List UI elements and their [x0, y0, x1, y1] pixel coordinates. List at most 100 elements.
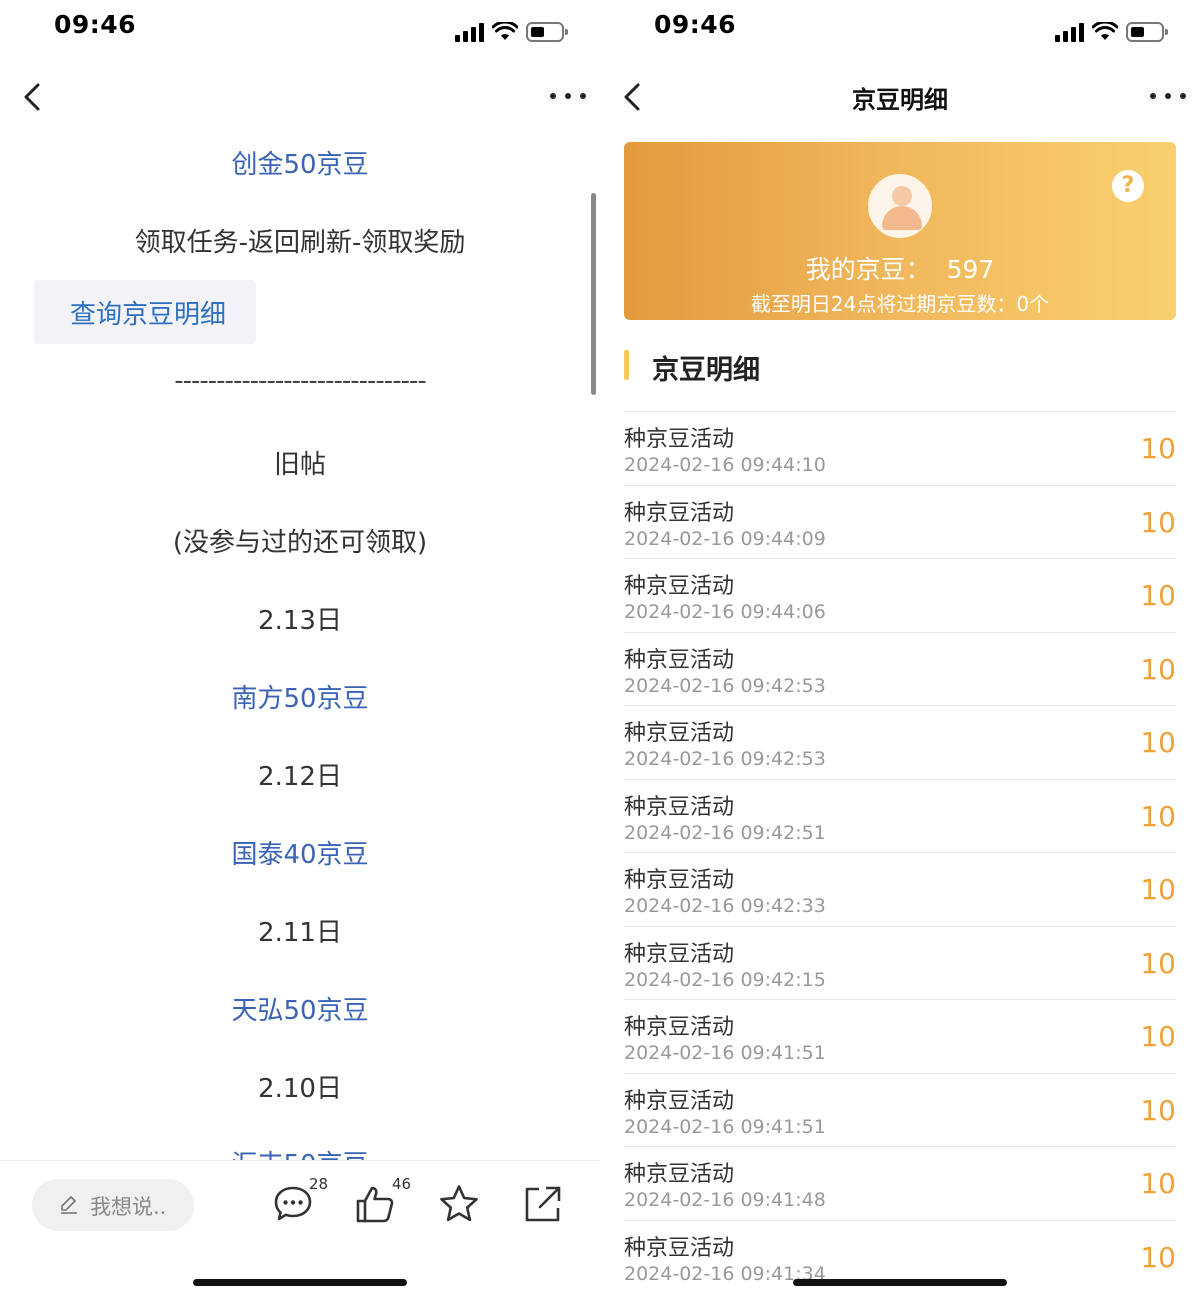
status-bar: 09:46 — [600, 0, 1200, 56]
record-amount: 10 — [1140, 873, 1176, 906]
comment-input[interactable]: 我想说.. — [32, 1179, 194, 1231]
article-date: 2.13日 — [258, 606, 342, 636]
comment-placeholder: 我想说.. — [90, 1195, 167, 1219]
share-icon[interactable] — [522, 1183, 564, 1225]
record-name: 种京豆活动 — [624, 1235, 735, 1261]
wifi-icon — [1092, 22, 1118, 40]
battery-icon — [526, 22, 568, 42]
comment-icon[interactable] — [272, 1183, 314, 1225]
article-text: 领取任务-返回刷新-领取奖励 — [134, 228, 466, 258]
article-date: 2.12日 — [258, 762, 342, 792]
signal-icon — [1055, 22, 1084, 42]
like-count: 46 — [392, 1175, 412, 1193]
list-item: 种京豆活动 2024-02-16 09:44:06 10 — [624, 558, 1176, 632]
wifi-icon — [492, 22, 518, 40]
record-time: 2024-02-16 09:42:51 — [624, 821, 826, 844]
bean-summary-card: ? 我的京豆： 597 截至明日24点将过期京豆数：0个 — [624, 142, 1176, 320]
nav-bar: 京豆明细 — [600, 66, 1200, 128]
list-item: 种京豆活动 2024-02-16 09:42:15 10 — [624, 925, 1176, 1000]
list-item: 种京豆活动 2024-02-16 09:42:33 10 — [624, 852, 1176, 926]
pencil-icon — [61, 1196, 77, 1214]
bean-balance: 我的京豆： 597 — [624, 250, 1176, 286]
record-name: 种京豆活动 — [624, 1015, 735, 1040]
battery-icon — [1126, 22, 1168, 42]
record-amount: 10 — [1140, 726, 1176, 759]
help-icon[interactable]: ? — [1112, 170, 1144, 202]
section-title: 京豆明细 — [652, 355, 760, 386]
article-text: (没参与过的还可领取) — [172, 528, 428, 558]
query-bean-detail-label: 查询京豆明细 — [70, 300, 227, 330]
list-item: 种京豆活动 2024-02-16 09:41:51 10 — [624, 999, 1176, 1073]
more-icon[interactable] — [1150, 84, 1186, 108]
status-time: 09:46 — [54, 10, 137, 39]
more-icon[interactable] — [550, 84, 586, 108]
link-guotai[interactable]: 国泰40京豆 — [0, 834, 600, 871]
record-amount: 10 — [1140, 1020, 1176, 1053]
record-name: 种京豆活动 — [624, 941, 735, 967]
record-time: 2024-02-16 09:44:06 — [624, 601, 826, 623]
article-text: 旧帖 — [273, 450, 326, 480]
record-time: 2024-02-16 09:42:53 — [624, 674, 826, 697]
page-title: 京豆明细 — [852, 86, 948, 114]
right-screen: 09:46 京豆明细 ? 我的京豆： 597 截至明日24点将过期京豆数：0个 … — [600, 0, 1200, 1298]
record-name: 种京豆活动 — [624, 1162, 735, 1187]
record-time: 2024-02-16 09:41:48 — [624, 1189, 826, 1211]
home-indicator — [793, 1279, 1007, 1286]
comment-count: 28 — [309, 1175, 329, 1193]
link-tianhong[interactable]: 天弘50京豆 — [0, 990, 600, 1027]
section-accent-bar — [624, 350, 629, 380]
bottom-toolbar: 我想说.. 28 46 — [0, 1160, 600, 1298]
star-icon[interactable] — [438, 1183, 480, 1225]
status-icons — [455, 22, 568, 42]
back-icon[interactable] — [18, 82, 48, 112]
record-time: 2024-02-16 09:42:15 — [624, 968, 826, 991]
article-date: 2.10日 — [258, 1074, 342, 1104]
article-content: 创金50京豆 领取任务-返回刷新-领取奖励 查询京豆明细 -----------… — [0, 130, 600, 1160]
status-time: 09:46 — [654, 10, 737, 39]
divider-text: ------------------------------ — [174, 366, 426, 396]
record-name: 种京豆活动 — [624, 794, 735, 820]
query-bean-detail-button[interactable]: 查询京豆明细 — [34, 280, 256, 344]
record-name: 种京豆活动 — [624, 574, 735, 599]
record-amount: 10 — [1140, 579, 1176, 612]
home-indicator — [193, 1279, 407, 1286]
list-item: 种京豆活动 2024-02-16 09:44:09 10 — [624, 484, 1176, 559]
status-icons — [1055, 22, 1168, 42]
list-item: 种京豆活动 2024-02-16 09:41:48 10 — [624, 1146, 1176, 1220]
bean-record-list: 种京豆活动 2024-02-16 09:44:10 10 种京豆活动 2024-… — [624, 411, 1176, 1293]
list-item: 种京豆活动 2024-02-16 09:42:53 10 — [624, 705, 1176, 779]
record-amount: 10 — [1140, 946, 1176, 980]
record-amount: 10 — [1140, 505, 1176, 539]
record-amount: 10 — [1140, 1093, 1176, 1127]
link-chuangjin[interactable]: 创金50京豆 — [0, 144, 600, 181]
record-time: 2024-02-16 09:41:51 — [624, 1042, 826, 1064]
record-amount: 10 — [1140, 799, 1176, 833]
link-nanfang[interactable]: 南方50京豆 — [0, 678, 600, 715]
article-date: 2.11日 — [258, 918, 342, 948]
list-item: 种京豆活动 2024-02-16 09:41:51 10 — [624, 1072, 1176, 1147]
bean-balance-label: 我的京豆： — [805, 255, 931, 284]
list-item: 种京豆活动 2024-02-16 09:42:53 10 — [624, 631, 1176, 706]
record-time: 2024-02-16 09:44:09 — [624, 527, 826, 550]
like-icon[interactable] — [354, 1183, 396, 1225]
list-item: 种京豆活动 2024-02-16 09:42:51 10 — [624, 778, 1176, 853]
status-bar: 09:46 — [0, 0, 600, 56]
bean-balance-value: 597 — [946, 255, 995, 284]
record-amount: 10 — [1140, 1167, 1176, 1200]
record-name: 种京豆活动 — [624, 868, 735, 893]
bean-expire-text: 截至明日24点将过期京豆数：0个 — [750, 292, 1050, 316]
record-time: 2024-02-16 09:41:51 — [624, 1115, 826, 1138]
left-screen: 09:46 创金50京豆 领取任务-返回刷新-领取奖励 查询京豆明细 -----… — [0, 0, 600, 1298]
signal-icon — [455, 22, 484, 42]
record-amount: 10 — [1140, 1240, 1176, 1274]
record-name: 种京豆活动 — [624, 647, 735, 673]
record-name: 种京豆活动 — [624, 500, 735, 526]
scrollbar[interactable] — [591, 193, 596, 395]
link-huifeng[interactable]: 汇丰50京豆 — [0, 1144, 600, 1160]
record-time: 2024-02-16 09:44:10 — [624, 454, 826, 476]
record-name: 种京豆活动 — [624, 427, 735, 452]
record-time: 2024-02-16 09:42:33 — [624, 895, 826, 917]
list-item: 种京豆活动 2024-02-16 09:44:10 10 — [624, 411, 1176, 485]
record-name: 种京豆活动 — [624, 721, 735, 746]
record-name: 种京豆活动 — [624, 1088, 735, 1114]
